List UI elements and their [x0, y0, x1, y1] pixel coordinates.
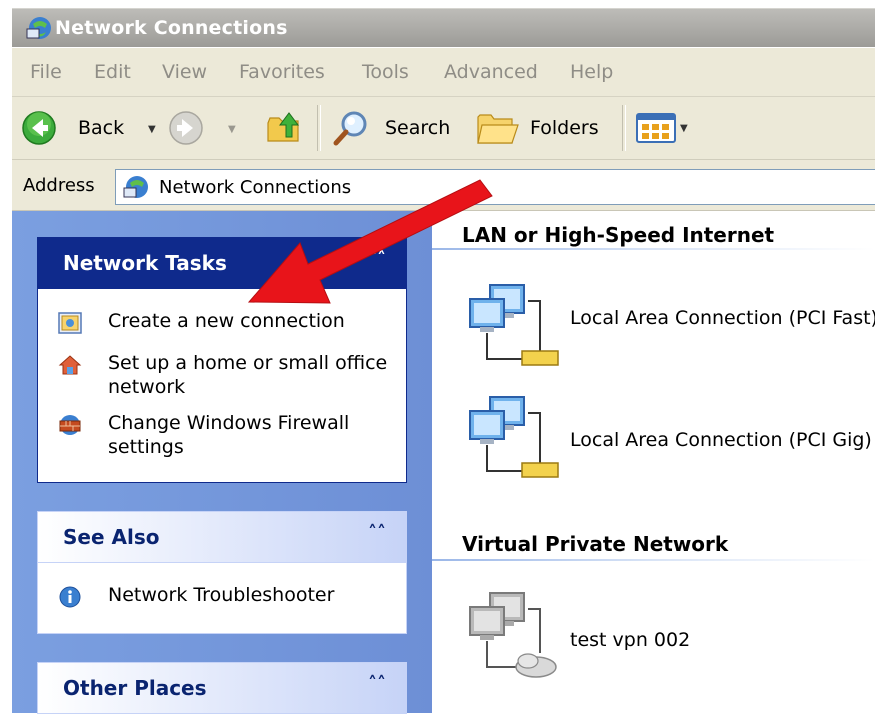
group-divider	[432, 248, 875, 250]
menu-favorites[interactable]: Favorites	[239, 61, 325, 83]
back-arrow-icon	[22, 111, 56, 145]
connection-label: Local Area Connection (PCI Gig)	[570, 429, 872, 451]
views-dropdown-icon[interactable]: ▼	[680, 123, 688, 134]
other-places-title: Other Places	[63, 676, 207, 700]
collapse-chevron-icon[interactable]: ˄˄	[368, 248, 386, 269]
connection-label: Local Area Connection (PCI Fast)	[570, 307, 875, 329]
menu-tools[interactable]: Tools	[362, 61, 409, 83]
task-pane: Network Tasks ˄˄ Create a new connection…	[12, 211, 432, 714]
address-bar: Address Network Connections	[12, 160, 875, 211]
title-bar: Network Connections	[12, 8, 875, 47]
menu-help[interactable]: Help	[570, 61, 613, 83]
other-places-header[interactable]: Other Places ˄˄	[37, 662, 407, 714]
see-also-title: See Also	[63, 525, 160, 549]
back-button[interactable]: Back ▼	[18, 97, 163, 159]
task-label: Create a new connection	[108, 310, 345, 332]
connection-item[interactable]: Local Area Connection (PCI Fast)	[462, 281, 875, 385]
see-also-header[interactable]: See Also ˄˄	[37, 511, 407, 563]
network-tasks-title: Network Tasks	[63, 251, 227, 275]
address-value: Network Connections	[159, 177, 352, 198]
toolbar-separator	[622, 105, 626, 151]
back-label: Back	[78, 117, 125, 139]
views-button[interactable]: ▼	[634, 97, 704, 159]
home-network-icon	[58, 355, 82, 375]
connection-item[interactable]: Local Area Connection (PCI Gig)	[462, 393, 872, 497]
network-connections-app-icon	[26, 17, 51, 39]
search-icon	[333, 111, 367, 146]
group-divider	[432, 559, 875, 561]
folders-button[interactable]: Folders	[474, 97, 614, 159]
group-title-lan: LAN or High-Speed Internet	[462, 223, 775, 247]
connection-label: test vpn 002	[570, 629, 691, 651]
folders-icon	[477, 114, 519, 144]
task-label: Network Troubleshooter	[108, 584, 335, 606]
window-title: Network Connections	[55, 17, 288, 39]
menu-file[interactable]: File	[30, 61, 62, 83]
group-title-vpn: Virtual Private Network	[462, 532, 729, 556]
connections-view: LAN or High-Speed Internet Local Area Co…	[432, 211, 875, 713]
forward-button[interactable]: ▼	[166, 97, 242, 159]
new-connection-icon	[58, 312, 82, 334]
info-icon	[59, 586, 81, 608]
menu-edit[interactable]: Edit	[94, 61, 131, 83]
views-icon	[636, 113, 676, 143]
up-folder-button[interactable]	[262, 97, 308, 159]
network-connections-icon	[123, 176, 148, 198]
task-label: Change Windows Firewall settings	[108, 412, 350, 458]
toolbar: Back ▼ ▼ Search Folders ▼	[12, 97, 875, 160]
toolbar-separator	[317, 105, 321, 151]
forward-arrow-icon	[169, 111, 203, 145]
other-places-panel: Other Places ˄˄	[37, 662, 407, 714]
network-tasks-header[interactable]: Network Tasks ˄˄	[37, 237, 407, 289]
menu-advanced[interactable]: Advanced	[444, 61, 538, 83]
connection-item[interactable]: test vpn 002	[462, 589, 690, 693]
address-label: Address	[23, 175, 95, 196]
collapse-chevron-icon[interactable]: ˄˄	[368, 673, 386, 694]
menu-bar: File Edit View Favorites Tools Advanced …	[12, 48, 875, 97]
menu-view[interactable]: View	[162, 61, 207, 83]
lan-connection-icon	[469, 284, 559, 366]
lan-connection-icon	[469, 396, 559, 478]
see-also-panel: See Also ˄˄ Network Troubleshooter	[37, 511, 407, 634]
task-label: Set up a home or small office network	[108, 352, 388, 398]
vpn-connection-icon	[469, 592, 557, 678]
folders-label: Folders	[530, 117, 599, 139]
firewall-icon	[59, 415, 81, 435]
forward-dropdown-icon[interactable]: ▼	[228, 124, 236, 135]
address-input[interactable]: Network Connections	[115, 169, 875, 205]
network-tasks-panel: Network Tasks ˄˄ Create a new connection…	[37, 237, 407, 483]
up-folder-icon	[267, 112, 299, 142]
search-button[interactable]: Search	[328, 97, 458, 159]
back-dropdown-icon[interactable]: ▼	[148, 124, 156, 135]
collapse-chevron-icon[interactable]: ˄˄	[368, 522, 386, 543]
network-tasks-body: Create a new connection Set up a home or…	[37, 289, 407, 483]
search-label: Search	[385, 117, 451, 139]
see-also-body: Network Troubleshooter	[37, 563, 407, 634]
